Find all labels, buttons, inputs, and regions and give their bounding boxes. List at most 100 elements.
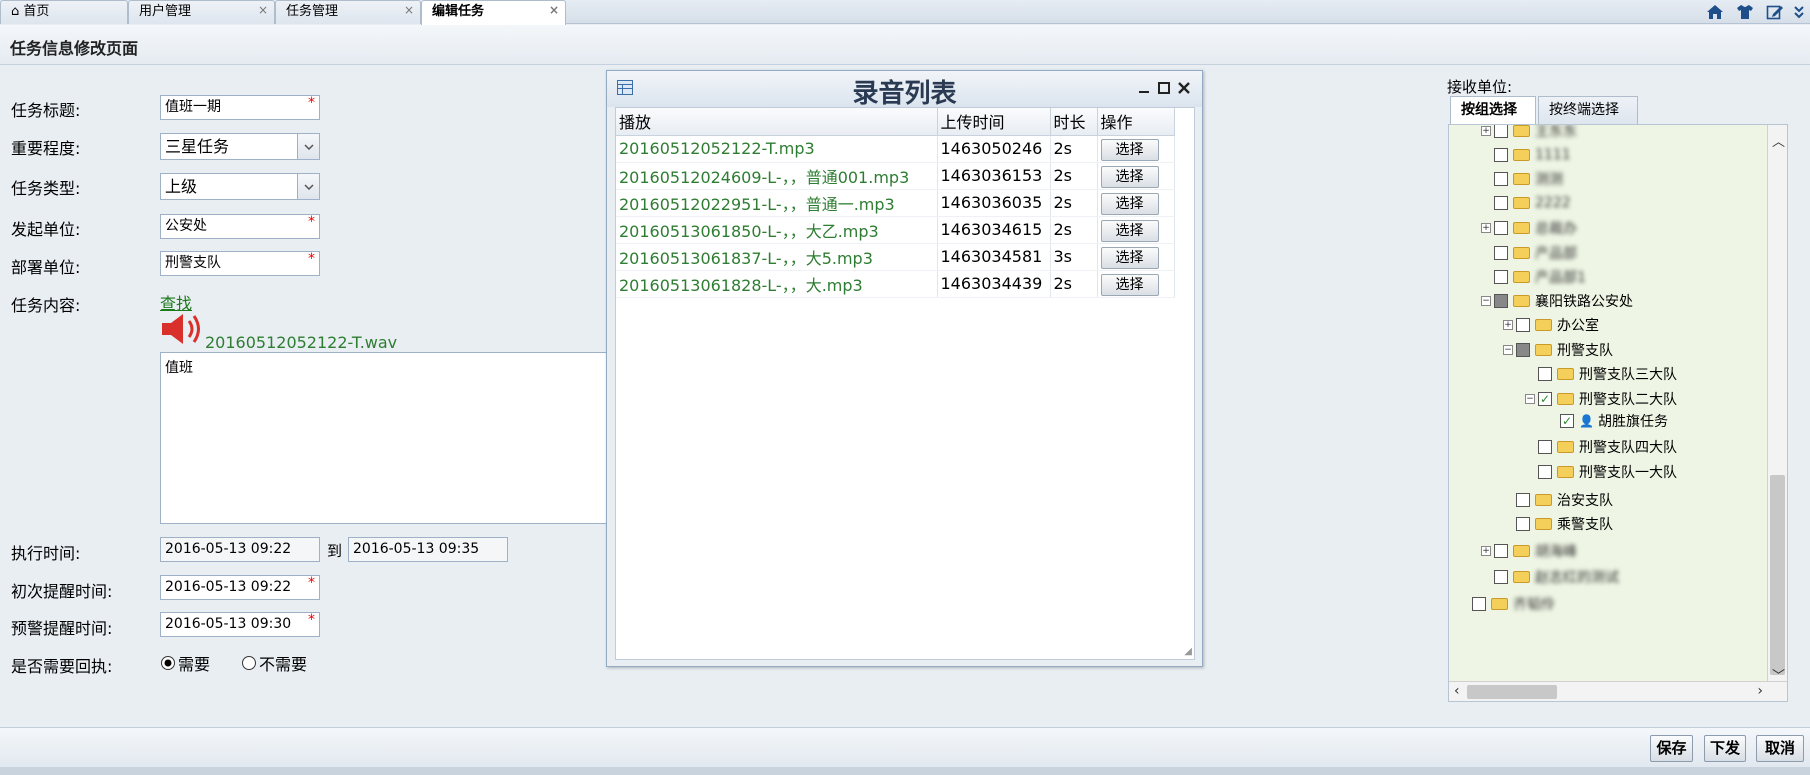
tree-node[interactable]: + 王东东: [1481, 125, 1577, 142]
reply-yes-radio[interactable]: 需要: [160, 651, 210, 675]
tab-task-management[interactable]: 任务管理 ×: [275, 0, 421, 24]
collapse-icon[interactable]: −: [1525, 394, 1535, 404]
checkbox[interactable]: [1494, 196, 1508, 210]
origin-input[interactable]: 公安处 *: [160, 214, 320, 239]
chevron-left-icon[interactable]: ‹: [1454, 683, 1460, 699]
warn-remind-input[interactable]: 2016-05-13 09:30 *: [160, 612, 320, 637]
checkbox[interactable]: [1516, 517, 1530, 531]
select-button[interactable]: 选择: [1100, 274, 1159, 296]
checkbox[interactable]: [1494, 172, 1508, 186]
tree-node[interactable]: − 刑警支队: [1503, 339, 1613, 361]
checkbox[interactable]: [1494, 125, 1508, 138]
collapse-icon[interactable]: −: [1503, 345, 1513, 355]
checkbox[interactable]: ✓: [1538, 392, 1552, 406]
recording-file-link[interactable]: 20160512022951-L-，，普通一.mp3: [616, 189, 938, 217]
recording-file-link[interactable]: 20160512052122-T.mp3: [616, 135, 938, 163]
chevron-down-icon[interactable]: [297, 134, 319, 159]
select-button[interactable]: 选择: [1100, 193, 1159, 215]
scrollbar-thumb[interactable]: [1467, 685, 1557, 699]
tab-home[interactable]: ⌂ 首页: [0, 0, 128, 24]
exec-start-input[interactable]: 2016-05-13 09:22: [160, 537, 320, 562]
checkbox[interactable]: [1538, 465, 1552, 479]
select-button[interactable]: 选择: [1100, 220, 1159, 242]
shirt-icon[interactable]: [1732, 1, 1758, 23]
recording-file-link[interactable]: 20160513061837-L-，，大5.mp3: [616, 243, 938, 271]
tree-node[interactable]: ✓ 👤 胡胜旗任务: [1547, 410, 1668, 432]
tree-node[interactable]: 测测: [1481, 168, 1563, 190]
recording-file-link[interactable]: 20160512024609-L-，，普通001.mp3: [616, 162, 938, 190]
expand-icon[interactable]: +: [1481, 223, 1491, 233]
resize-grip-icon[interactable]: ◢: [1184, 646, 1192, 657]
minimize-icon[interactable]: [1138, 81, 1150, 99]
exec-end-input[interactable]: 2016-05-13 09:35: [348, 537, 508, 562]
vertical-scrollbar[interactable]: ︿ ﹀: [1767, 125, 1787, 684]
tab-by-terminal[interactable]: 按终端选择: [1538, 96, 1638, 124]
chevron-down-icon[interactable]: [1792, 1, 1806, 23]
tree-node[interactable]: + 办公室: [1503, 314, 1599, 336]
home-icon[interactable]: [1702, 1, 1728, 23]
recording-file-link[interactable]: 20160513061850-L-，，大乙.mp3: [616, 216, 938, 244]
checkbox[interactable]: [1494, 544, 1508, 558]
tree-node[interactable]: + 总裁办: [1481, 217, 1577, 239]
tab-user-management[interactable]: 用户管理 ×: [128, 0, 275, 24]
checkbox[interactable]: [1472, 597, 1486, 611]
checkbox[interactable]: [1538, 440, 1552, 454]
tree-node[interactable]: 赵志红的测试: [1481, 566, 1619, 588]
tree-node[interactable]: 2222: [1481, 192, 1571, 214]
tab-by-group[interactable]: 按组选择: [1450, 96, 1536, 124]
tree-node[interactable]: 刑警支队三大队: [1525, 363, 1677, 385]
chevron-right-icon[interactable]: ›: [1757, 683, 1763, 699]
title-input[interactable]: 值班一期 *: [160, 95, 320, 120]
scrollbar-thumb[interactable]: [1770, 475, 1785, 675]
expand-icon[interactable]: +: [1503, 320, 1513, 330]
deploy-input[interactable]: 刑警支队 *: [160, 251, 320, 276]
horizontal-scrollbar[interactable]: ‹ ›: [1449, 681, 1787, 701]
checkbox[interactable]: [1494, 570, 1508, 584]
content-textarea[interactable]: 值班: [160, 352, 610, 524]
expand-icon[interactable]: +: [1481, 546, 1491, 556]
checkbox[interactable]: [1494, 221, 1508, 235]
tree-node[interactable]: 刑警支队一大队: [1525, 461, 1677, 483]
tree-node[interactable]: 产品部1: [1481, 266, 1586, 288]
select-button[interactable]: 选择: [1100, 166, 1159, 188]
column-header[interactable]: 时长: [1050, 108, 1098, 136]
checkbox[interactable]: [1516, 318, 1530, 332]
tree-node[interactable]: 齐韬伶: [1459, 593, 1555, 615]
close-icon[interactable]: ×: [404, 1, 414, 21]
tree-node[interactable]: 产品部: [1481, 242, 1577, 264]
checkbox[interactable]: [1494, 246, 1508, 260]
tree-node[interactable]: + 胡海峰: [1481, 540, 1577, 562]
checkbox[interactable]: [1538, 367, 1552, 381]
column-header[interactable]: 操作: [1097, 108, 1175, 136]
importance-select[interactable]: 三星任务: [160, 133, 320, 160]
checkbox[interactable]: ✓: [1560, 414, 1574, 428]
tree-node[interactable]: 乘警支队: [1503, 513, 1613, 535]
tree-node[interactable]: − ✓ 刑警支队二大队: [1525, 388, 1677, 410]
find-link[interactable]: 查找: [160, 290, 192, 314]
dialog-header[interactable]: 录音列表: [607, 71, 1202, 109]
maximize-icon[interactable]: [1158, 81, 1170, 99]
save-button[interactable]: 保存: [1650, 735, 1693, 762]
tree-node[interactable]: 刑警支队四大队: [1525, 436, 1677, 458]
close-icon[interactable]: ×: [258, 1, 268, 21]
checkbox[interactable]: [1494, 148, 1508, 162]
close-icon[interactable]: [1178, 81, 1190, 99]
edit-icon[interactable]: [1762, 1, 1788, 23]
tree-node[interactable]: − 襄阳铁路公安处: [1481, 290, 1633, 312]
column-header[interactable]: 上传时间: [937, 108, 1051, 136]
select-button[interactable]: 选择: [1100, 139, 1159, 161]
chevron-down-icon[interactable]: [297, 174, 319, 199]
recording-file-link[interactable]: 20160513061828-L-，，大.mp3: [616, 270, 938, 298]
checkbox[interactable]: [1494, 270, 1508, 284]
tree-node[interactable]: 1111: [1481, 144, 1571, 166]
expand-icon[interactable]: +: [1481, 126, 1491, 136]
audio-file-name[interactable]: 20160512052122-T.wav: [205, 333, 397, 352]
checkbox[interactable]: [1516, 493, 1530, 507]
issue-button[interactable]: 下发: [1704, 735, 1746, 762]
reply-no-radio[interactable]: 不需要: [241, 651, 307, 675]
checkbox[interactable]: [1494, 294, 1508, 308]
tab-edit-task[interactable]: 编辑任务 ×: [421, 0, 566, 26]
cancel-button[interactable]: 取消: [1756, 735, 1804, 762]
close-icon[interactable]: ×: [549, 1, 559, 21]
chevron-up-icon[interactable]: ︿: [1772, 131, 1785, 150]
